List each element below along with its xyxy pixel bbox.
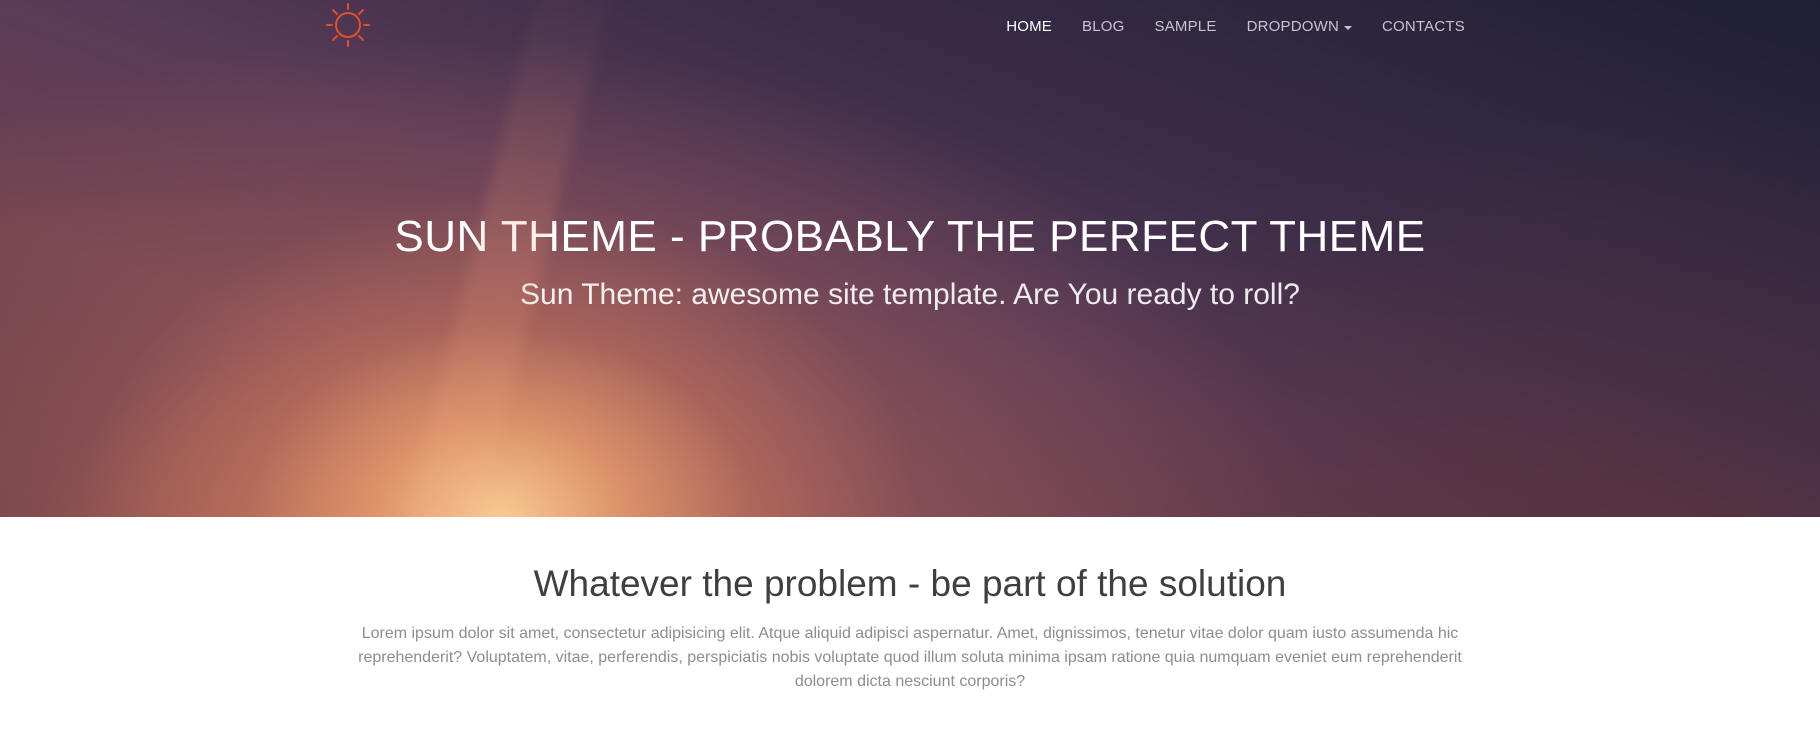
hero-subtitle: Sun Theme: awesome site template. Are Yo… (520, 278, 1300, 311)
sun-icon (326, 3, 370, 47)
nav-item-dropdown[interactable]: DROPDOWN (1247, 18, 1352, 35)
site-logo[interactable] (322, 0, 374, 50)
hero-title: SUN THEME - PROBABLY THE PERFECT THEME (394, 212, 1426, 261)
nav-item-label: HOME (1006, 18, 1053, 35)
nav-item-sample[interactable]: SAMPLE (1155, 18, 1217, 35)
section-body-text: Lorem ipsum dolor sit amet, consectetur … (358, 625, 1462, 690)
main-nav: HOME BLOG SAMPLE DROPDOWN CONTACTS (1006, 18, 1465, 35)
section-title: Whatever the problem - be part of the so… (533, 563, 1287, 604)
nav-item-label: CONTACTS (1382, 18, 1465, 35)
nav-item-blog[interactable]: BLOG (1082, 18, 1124, 35)
nav-item-label: BLOG (1082, 18, 1125, 35)
nav-item-home[interactable]: HOME (1006, 18, 1052, 35)
nav-item-label: DROPDOWN (1246, 18, 1339, 35)
intro-section: Whatever the problem - be part of the so… (0, 517, 1820, 733)
nav-item-label: SAMPLE (1154, 18, 1217, 35)
caret-down-icon (1344, 25, 1352, 30)
nav-item-contacts[interactable]: CONTACTS (1382, 18, 1465, 35)
hero-banner: HOME BLOG SAMPLE DROPDOWN CONTACTS SUN T… (0, 0, 1820, 517)
